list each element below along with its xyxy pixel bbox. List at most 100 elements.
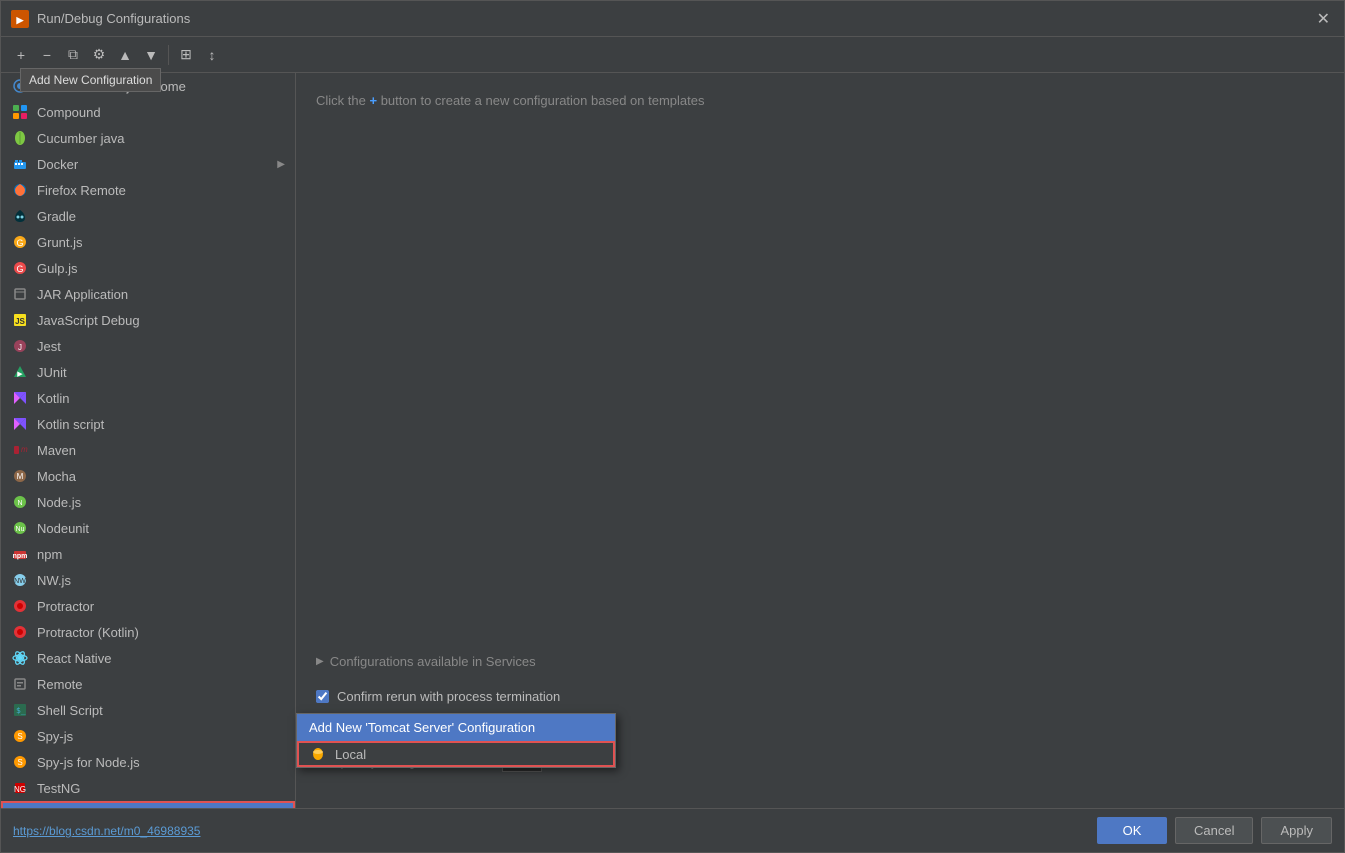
- react-native-icon: [11, 649, 29, 667]
- svg-text:npm: npm: [13, 553, 28, 560]
- sidebar-item-npm[interactable]: npm npm: [1, 541, 295, 567]
- sidebar-item-shell-script[interactable]: $_ Shell Script: [1, 697, 295, 723]
- sidebar-label-compound: Compound: [37, 105, 101, 120]
- jar-icon: [11, 285, 29, 303]
- sidebar-item-gulp[interactable]: G Gulp.js: [1, 255, 295, 281]
- toolbar: + − ⧉ ⚙ ▲ ▼ ⊞ ↕ Add New Configuration: [1, 37, 1344, 73]
- sidebar-item-gradle[interactable]: Gradle: [1, 203, 295, 229]
- bottom-bar-left: https://blog.csdn.net/m0_46988935: [13, 823, 1097, 838]
- submenu-header: Add New 'Tomcat Server' Configuration: [297, 714, 615, 741]
- run-debug-dialog: ▶ Run/Debug Configurations ✕ + − ⧉ ⚙ ▲ ▼…: [0, 0, 1345, 853]
- remove-button[interactable]: −: [35, 43, 59, 67]
- sidebar-item-protractor-kotlin[interactable]: Protractor (Kotlin): [1, 619, 295, 645]
- shell-script-icon: $_: [11, 701, 29, 719]
- sidebar-item-mocha[interactable]: M Mocha: [1, 463, 295, 489]
- services-section[interactable]: ▶ Configurations available in Services: [316, 654, 1324, 669]
- sidebar-label-maven: Maven: [37, 443, 76, 458]
- spyjs-icon: S: [11, 727, 29, 745]
- hint-plus: +: [369, 93, 377, 108]
- svg-text:G: G: [16, 264, 23, 274]
- nodejs-icon: N: [11, 493, 29, 511]
- checkbox-rerun[interactable]: [316, 690, 329, 703]
- close-button[interactable]: ✕: [1313, 9, 1334, 29]
- cucumber-icon: [11, 129, 29, 147]
- svg-text:S: S: [17, 758, 22, 767]
- sidebar-label-react-native: React Native: [37, 651, 111, 666]
- sidebar-item-nodejs[interactable]: N Node.js: [1, 489, 295, 515]
- submenu-local-label: Local: [335, 747, 366, 762]
- sidebar-item-firefox[interactable]: Firefox Remote: [1, 177, 295, 203]
- checkbox-rerun-label: Confirm rerun with process termination: [337, 689, 560, 704]
- sidebar-label-npm: npm: [37, 547, 62, 562]
- sidebar-label-gradle: Gradle: [37, 209, 76, 224]
- bottom-bar: https://blog.csdn.net/m0_46988935 OK Can…: [1, 808, 1344, 852]
- svg-text:JS: JS: [15, 317, 25, 326]
- svg-text:M: M: [17, 472, 24, 481]
- npm-icon: npm: [11, 545, 29, 563]
- svg-text:Nu: Nu: [16, 526, 25, 533]
- hint-suffix: button to create a new configuration bas…: [381, 93, 705, 108]
- checkbox-row-rerun: Confirm rerun with process termination: [316, 689, 1324, 704]
- sidebar-label-kotlin-script: Kotlin script: [37, 417, 104, 432]
- toolbar-separator: [168, 45, 169, 65]
- sidebar-item-grunt[interactable]: G Grunt.js: [1, 229, 295, 255]
- sidebar-item-maven[interactable]: m Maven: [1, 437, 295, 463]
- sidebar-item-docker[interactable]: Docker ▶: [1, 151, 295, 177]
- move-up-button[interactable]: ▲: [113, 43, 137, 67]
- sidebar-item-nodeunit[interactable]: Nu Nodeunit: [1, 515, 295, 541]
- sidebar-label-jar: JAR Application: [37, 287, 128, 302]
- app-icon: ▶: [11, 10, 29, 28]
- sidebar-label-jest: Jest: [37, 339, 61, 354]
- sidebar-item-attach-nodejs[interactable]: Attach to Node.js/Chrome: [1, 73, 295, 99]
- sidebar-label-attach-nodejs: Attach to Node.js/Chrome: [37, 79, 186, 94]
- bottom-link[interactable]: https://blog.csdn.net/m0_46988935: [13, 824, 200, 838]
- content-area: Attach to Node.js/Chrome Compound: [1, 73, 1344, 808]
- svg-text:▶: ▶: [16, 15, 25, 25]
- compound-icon: [11, 103, 29, 121]
- sort-button[interactable]: ↕: [200, 43, 224, 67]
- main-panel: Click the + button to create a new confi…: [296, 73, 1344, 808]
- sidebar-item-kotlin[interactable]: Kotlin: [1, 385, 295, 411]
- kotlin-icon: [11, 389, 29, 407]
- sidebar-item-jest[interactable]: J Jest: [1, 333, 295, 359]
- move-down-button[interactable]: ▼: [139, 43, 163, 67]
- main-hint: Click the + button to create a new confi…: [316, 93, 1324, 108]
- ok-button[interactable]: OK: [1097, 817, 1167, 844]
- sidebar-item-jar[interactable]: JAR Application: [1, 281, 295, 307]
- cancel-button[interactable]: Cancel: [1175, 817, 1253, 844]
- sidebar: Attach to Node.js/Chrome Compound: [1, 73, 296, 808]
- sidebar-item-nwjs[interactable]: NW NW.js: [1, 567, 295, 593]
- title-bar: ▶ Run/Debug Configurations ✕: [1, 1, 1344, 37]
- submenu-popup: Add New 'Tomcat Server' Configuration Lo…: [296, 713, 616, 768]
- svg-text:NG: NG: [14, 785, 26, 794]
- sidebar-item-spyjs[interactable]: S Spy-js: [1, 723, 295, 749]
- grunt-icon: G: [11, 233, 29, 251]
- sidebar-label-firefox: Firefox Remote: [37, 183, 126, 198]
- sidebar-label-kotlin: Kotlin: [37, 391, 70, 406]
- sidebar-item-compound[interactable]: Compound: [1, 99, 295, 125]
- svg-text:J: J: [18, 343, 22, 352]
- sidebar-item-junit[interactable]: ▶ JUnit: [1, 359, 295, 385]
- sidebar-item-jsdebug[interactable]: JS JavaScript Debug: [1, 307, 295, 333]
- sidebar-item-tomcat[interactable]: Tomcat Server ▶: [1, 801, 295, 808]
- sidebar-item-kotlin-script[interactable]: Kotlin script: [1, 411, 295, 437]
- copy-button[interactable]: ⧉: [61, 43, 85, 67]
- sidebar-item-spyjs-node[interactable]: S Spy-js for Node.js: [1, 749, 295, 775]
- share-button[interactable]: ⊞: [174, 43, 198, 67]
- sidebar-item-testng[interactable]: NG TestNG: [1, 775, 295, 801]
- sidebar-item-remote[interactable]: Remote: [1, 671, 295, 697]
- sidebar-item-cucumber[interactable]: Cucumber java: [1, 125, 295, 151]
- docker-arrow: ▶: [277, 159, 285, 170]
- svg-text:m: m: [21, 445, 28, 454]
- add-button[interactable]: +: [9, 43, 33, 67]
- apply-button[interactable]: Apply: [1261, 817, 1332, 844]
- settings-button[interactable]: ⚙: [87, 43, 111, 67]
- svg-text:NW: NW: [14, 578, 26, 585]
- protractor-icon: [11, 597, 29, 615]
- sidebar-label-cucumber: Cucumber java: [37, 131, 124, 146]
- testng-icon: NG: [11, 779, 29, 797]
- sidebar-item-protractor[interactable]: Protractor: [1, 593, 295, 619]
- attach-icon: [11, 77, 29, 95]
- submenu-item-local[interactable]: Local: [297, 741, 615, 767]
- sidebar-item-react-native[interactable]: React Native: [1, 645, 295, 671]
